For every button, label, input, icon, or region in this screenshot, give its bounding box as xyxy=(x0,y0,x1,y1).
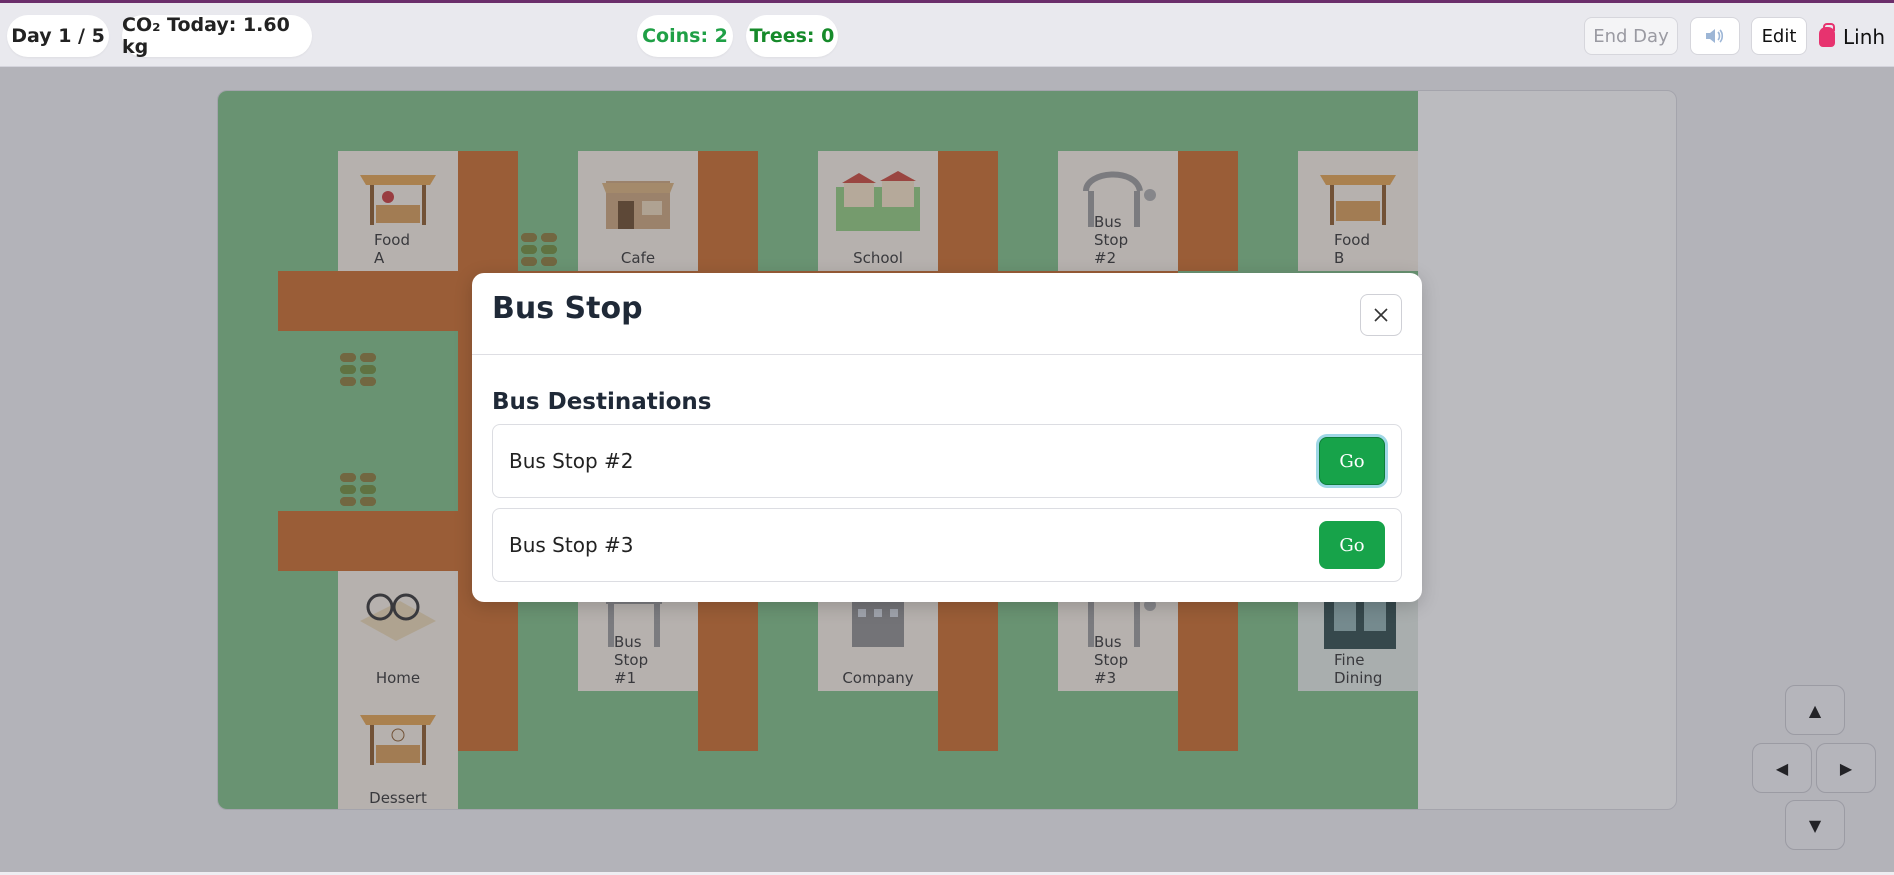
day-counter: Day 1 / 5 xyxy=(7,15,109,57)
edit-button[interactable]: Edit xyxy=(1751,17,1807,55)
go-button[interactable]: Go xyxy=(1319,521,1385,569)
trees-counter: Trees: 0 xyxy=(746,15,838,57)
co2-counter: CO₂ Today: 1.60 kg xyxy=(122,14,312,58)
close-button[interactable] xyxy=(1360,294,1402,336)
destination-row: Bus Stop #3 Go xyxy=(492,508,1402,582)
user-profile[interactable]: Linh xyxy=(1819,20,1885,54)
coins-counter: Coins: 2 xyxy=(637,15,733,57)
dialog-header: Bus Stop xyxy=(472,273,1422,355)
go-button[interactable]: Go xyxy=(1319,437,1385,485)
backpack-icon xyxy=(1819,23,1835,47)
dialog-title: Bus Stop xyxy=(492,291,643,326)
sound-button[interactable] xyxy=(1690,17,1740,55)
section-title: Bus Destinations xyxy=(492,389,712,415)
destination-name: Bus Stop #2 xyxy=(509,449,634,473)
destination-name: Bus Stop #3 xyxy=(509,533,634,557)
speaker-icon xyxy=(1706,29,1724,43)
destination-row: Bus Stop #2 Go xyxy=(492,424,1402,498)
bus-stop-dialog: Bus Stop Bus Destinations Bus Stop #2 Go… xyxy=(472,273,1422,602)
user-name: Linh xyxy=(1843,25,1886,49)
close-icon xyxy=(1374,308,1388,322)
end-day-button[interactable]: End Day xyxy=(1584,17,1678,55)
top-bar: Day 1 / 5 CO₂ Today: 1.60 kg Coins: 2 Tr… xyxy=(0,0,1894,67)
